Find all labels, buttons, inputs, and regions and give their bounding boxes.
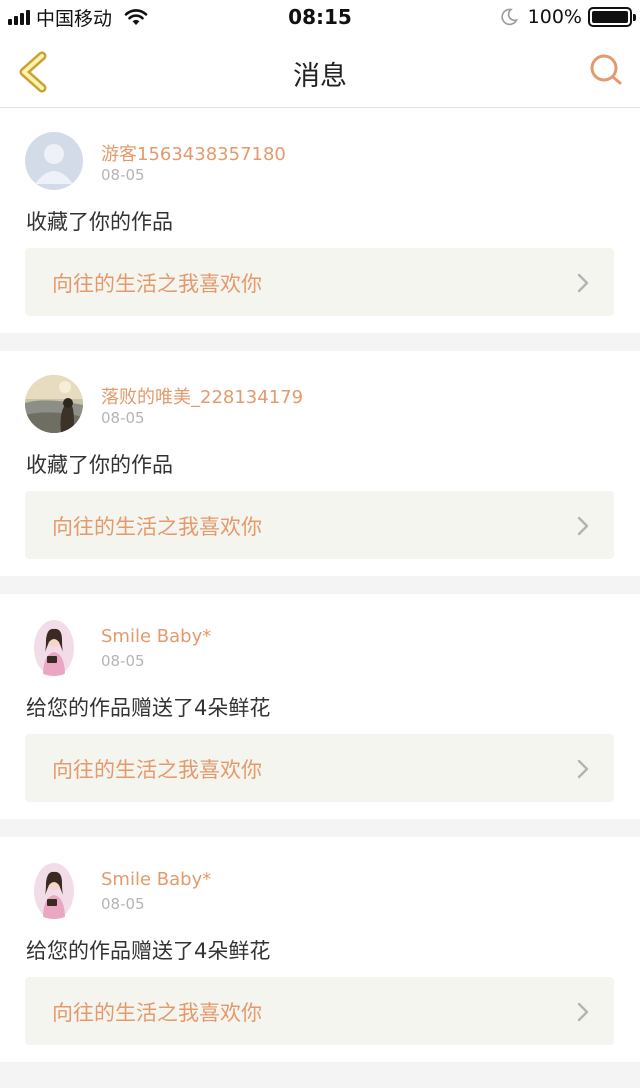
chevron-right-icon <box>577 1002 589 1022</box>
message-card: 游客1563438357180 08-05 收藏了你的作品 向往的生活之我喜欢你 <box>0 108 640 333</box>
work-title: 向往的生活之我喜欢你 <box>52 515 262 539</box>
message-card: Smile Baby* 08-05 给您的作品赠送了4朵鲜花 向往的生活之我喜欢… <box>0 837 640 1062</box>
work-title: 向往的生活之我喜欢你 <box>52 758 262 782</box>
search-icon <box>590 54 622 85</box>
action-text: 收藏了你的作品 <box>26 210 173 234</box>
battery-percent: 100% <box>527 6 582 28</box>
message-date: 08-05 <box>101 895 145 913</box>
chevron-right-icon <box>577 759 589 779</box>
work-title: 向往的生活之我喜欢你 <box>52 272 262 296</box>
message-date: 08-05 <box>101 652 145 670</box>
username[interactable]: Smile Baby* <box>101 869 211 890</box>
message-date: 08-05 <box>101 409 145 427</box>
work-title: 向往的生活之我喜欢你 <box>52 1001 262 1025</box>
girl-photo-avatar[interactable] <box>25 861 83 919</box>
status-bar: 中国移动 08:15 100% <box>0 0 640 34</box>
message-card: 落败的唯美_228134179 08-05 收藏了你的作品 向往的生活之我喜欢你 <box>0 351 640 576</box>
action-text: 收藏了你的作品 <box>26 453 173 477</box>
username[interactable]: 落败的唯美_228134179 <box>101 383 303 409</box>
work-link[interactable]: 向往的生活之我喜欢你 <box>25 977 614 1045</box>
moon-icon <box>501 8 518 26</box>
action-text: 给您的作品赠送了4朵鲜花 <box>26 939 271 963</box>
username[interactable]: 游客1563438357180 <box>101 140 286 166</box>
message-list: 游客1563438357180 08-05 收藏了你的作品 向往的生活之我喜欢你… <box>0 108 640 1062</box>
action-text: 给您的作品赠送了4朵鲜花 <box>26 696 271 720</box>
status-right: 100% <box>500 5 636 29</box>
work-link[interactable]: 向往的生活之我喜欢你 <box>25 248 614 316</box>
nav-bar: 消息 <box>0 34 640 108</box>
message-date: 08-05 <box>101 166 145 184</box>
page-title: 消息 <box>293 61 347 92</box>
default-user-avatar[interactable] <box>25 132 83 190</box>
work-link[interactable]: 向往的生活之我喜欢你 <box>25 491 614 559</box>
landscape-photo-avatar[interactable] <box>25 375 83 433</box>
chevron-right-icon <box>577 516 589 536</box>
work-link[interactable]: 向往的生活之我喜欢你 <box>25 734 614 802</box>
message-card: Smile Baby* 08-05 给您的作品赠送了4朵鲜花 向往的生活之我喜欢… <box>0 594 640 819</box>
girl-photo-avatar[interactable] <box>25 618 83 676</box>
username[interactable]: Smile Baby* <box>101 626 211 647</box>
chevron-right-icon <box>577 273 589 293</box>
battery-icon <box>588 7 636 27</box>
search-button[interactable] <box>586 50 626 90</box>
